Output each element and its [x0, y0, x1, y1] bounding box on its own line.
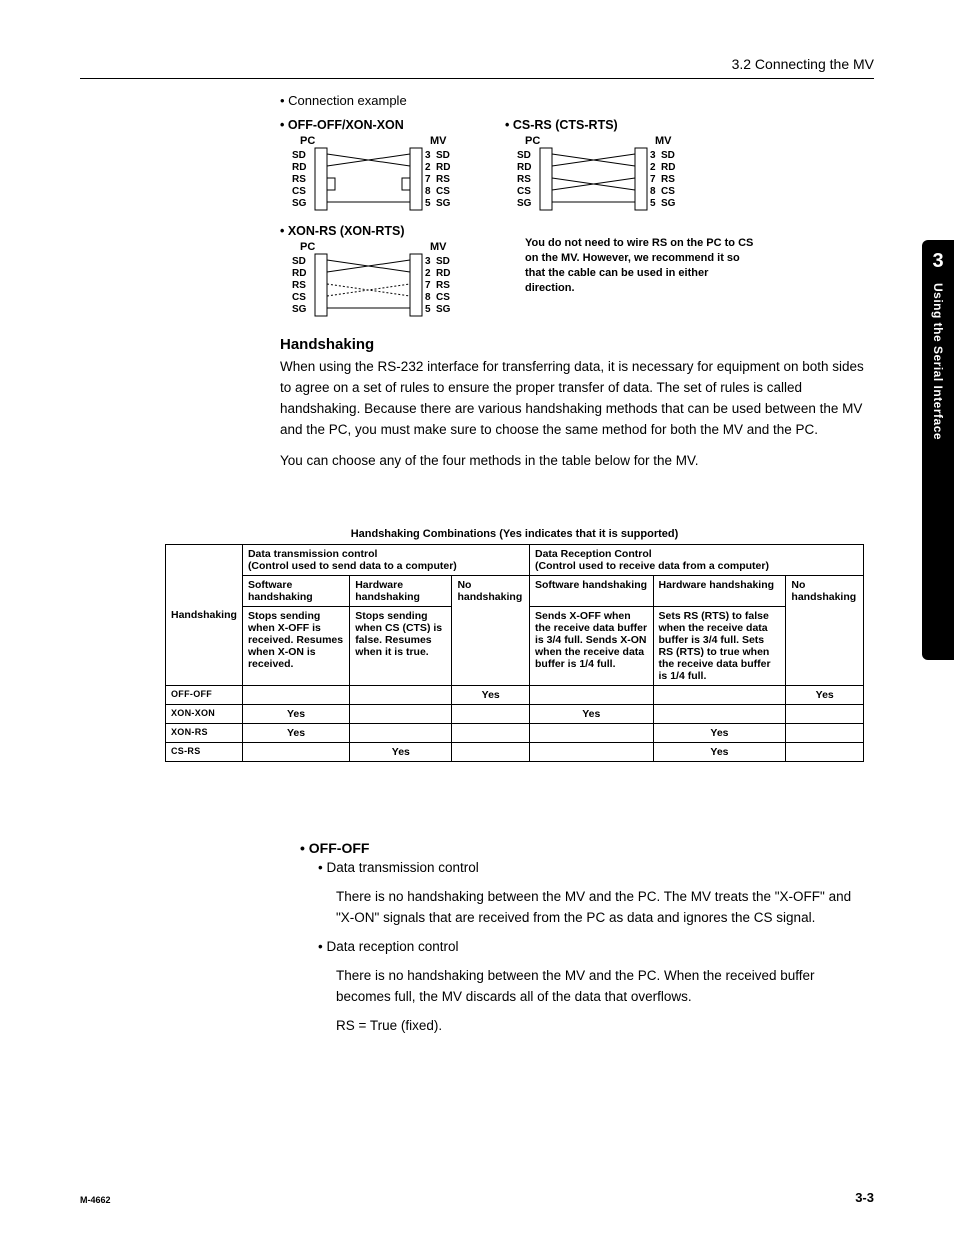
svg-text:3: 3: [425, 150, 431, 161]
svg-text:SD: SD: [517, 150, 531, 161]
chapter-title: Using the Serial Interface: [931, 283, 945, 440]
svg-text:8: 8: [425, 186, 431, 197]
svg-text:MV: MV: [430, 135, 447, 147]
diagram-title-xonrs: • XON-RS (XON-RTS): [280, 224, 465, 238]
svg-text:RS: RS: [436, 174, 450, 185]
handshaking-paragraph-2: You can choose any of the four methods i…: [280, 451, 864, 472]
diagram-title-offoff: • OFF-OFF/XON-XON: [280, 118, 465, 132]
header-rule: [80, 78, 874, 79]
svg-text:5: 5: [425, 304, 431, 315]
svg-text:SD: SD: [292, 150, 306, 161]
svg-text:5: 5: [425, 198, 431, 209]
svg-text:RD: RD: [517, 162, 531, 173]
diagram-title-csrs: • CS-RS (CTS-RTS): [505, 118, 755, 132]
offoff-rs-text: RS = True (fixed).: [336, 1016, 864, 1037]
wiring-diagram-xonrs: PC MV SD RD RS CS SG 3 SD 2 RD 7 RS 8 CS 5 SG: [280, 240, 465, 320]
svg-text:SD: SD: [436, 150, 450, 161]
page: 3.2 Connecting the MV 3 Using the Serial…: [0, 0, 954, 1235]
svg-text:2: 2: [425, 268, 431, 279]
connection-example-label: • Connection example: [280, 93, 864, 108]
svg-text:RD: RD: [436, 268, 450, 279]
svg-text:CS: CS: [292, 186, 306, 197]
section-breadcrumb: 3.2 Connecting the MV: [80, 56, 874, 72]
offoff-rx-label: • Data reception control: [318, 937, 864, 958]
svg-text:7: 7: [425, 280, 431, 291]
svg-text:SG: SG: [292, 304, 307, 315]
body: • Connection example • OFF-OFF/XON-XON P…: [280, 85, 864, 482]
svg-text:CS: CS: [517, 186, 531, 197]
svg-text:CS: CS: [436, 186, 450, 197]
wiring-diagram-csrs: PC MV SD RD RS CS SG 3 SD 2 RD 7 RS 8 CS 5 SG: [505, 134, 690, 214]
svg-text:RS: RS: [292, 280, 306, 291]
handshaking-table: Handshaking Data transmission control(Co…: [165, 544, 864, 762]
chapter-number: 3: [932, 250, 943, 273]
svg-text:CS: CS: [661, 186, 675, 197]
table-row: XON-XON Yes Yes: [166, 705, 864, 724]
svg-text:3: 3: [425, 256, 431, 267]
svg-text:RD: RD: [436, 162, 450, 173]
offoff-section: • OFF-OFF • Data transmission control Th…: [300, 840, 864, 1044]
footer-pagenum: 3-3: [855, 1190, 874, 1205]
svg-text:PC: PC: [525, 135, 540, 147]
svg-text:MV: MV: [655, 135, 672, 147]
chapter-tab: 3 Using the Serial Interface: [922, 240, 954, 660]
svg-text:RS: RS: [661, 174, 675, 185]
svg-text:SG: SG: [436, 304, 451, 315]
offoff-rx-text: There is no handshaking between the MV a…: [336, 966, 864, 1008]
svg-text:SD: SD: [292, 256, 306, 267]
svg-text:SG: SG: [436, 198, 451, 209]
svg-text:PC: PC: [300, 241, 315, 253]
svg-text:CS: CS: [436, 292, 450, 303]
table-row: OFF-OFF Yes Yes: [166, 686, 864, 705]
svg-text:SG: SG: [661, 198, 676, 209]
svg-text:SD: SD: [436, 256, 450, 267]
svg-text:RD: RD: [661, 162, 675, 173]
svg-text:5: 5: [650, 198, 656, 209]
table-row: XON-RS Yes Yes: [166, 724, 864, 743]
table-row: CS-RS Yes Yes: [166, 743, 864, 762]
svg-text:RD: RD: [292, 162, 306, 173]
wiring-diagrams: • OFF-OFF/XON-XON PC MV SD RD RS CS SG 3…: [280, 114, 864, 320]
offoff-tx-label: • Data transmission control: [318, 858, 864, 879]
wiring-note: You do not need to wire RS on the PC to …: [525, 236, 755, 295]
svg-text:MV: MV: [430, 241, 447, 253]
svg-text:3: 3: [650, 150, 656, 161]
svg-text:8: 8: [650, 186, 656, 197]
svg-text:RS: RS: [292, 174, 306, 185]
wiring-diagram-offoff: PC MV SD RD RS CS SG 3 SD 2 RD 7 RS 8 CS 5 SG: [280, 134, 465, 214]
svg-text:7: 7: [425, 174, 431, 185]
offoff-heading: • OFF-OFF: [300, 840, 864, 856]
handshaking-paragraph-1: When using the RS-232 interface for tran…: [280, 357, 864, 441]
handshaking-table-wrap: Handshaking Combinations (Yes indicates …: [165, 528, 864, 762]
svg-text:SD: SD: [661, 150, 675, 161]
table-caption: Handshaking Combinations (Yes indicates …: [165, 528, 864, 540]
svg-text:SG: SG: [517, 198, 532, 209]
svg-text:2: 2: [425, 162, 431, 173]
svg-text:SG: SG: [292, 198, 307, 209]
svg-text:RS: RS: [517, 174, 531, 185]
svg-text:RD: RD: [292, 268, 306, 279]
table-rowhead: Handshaking: [171, 609, 237, 621]
svg-text:2: 2: [650, 162, 656, 173]
svg-text:7: 7: [650, 174, 656, 185]
svg-text:8: 8: [425, 292, 431, 303]
footer-docid: M-4662: [80, 1195, 111, 1205]
handshaking-heading: Handshaking: [280, 336, 864, 353]
svg-text:CS: CS: [292, 292, 306, 303]
svg-text:RS: RS: [436, 280, 450, 291]
offoff-tx-text: There is no handshaking between the MV a…: [336, 887, 864, 929]
svg-text:PC: PC: [300, 135, 315, 147]
